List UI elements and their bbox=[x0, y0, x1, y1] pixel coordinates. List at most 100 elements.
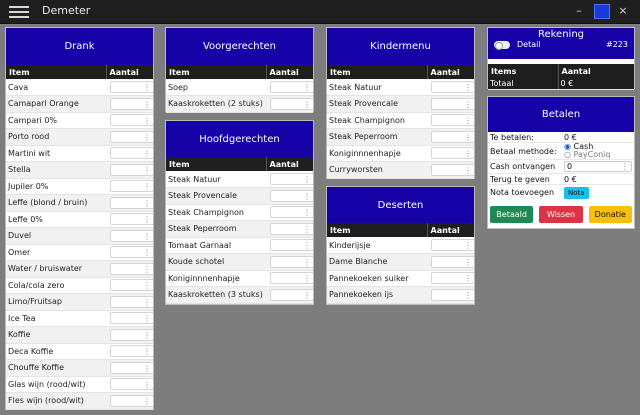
quantity-stepper[interactable] bbox=[110, 328, 153, 342]
item-name: Koffie bbox=[6, 326, 106, 344]
table-row: Glas wijn (rood/wit) bbox=[6, 376, 153, 393]
amount-cell bbox=[106, 145, 153, 162]
payconiq-radio[interactable]: ○ PayConiq bbox=[564, 151, 610, 159]
amount-cell bbox=[427, 145, 474, 162]
table-row: Leffe 0% bbox=[6, 211, 153, 228]
quantity-stepper[interactable] bbox=[270, 189, 313, 203]
amount-cell bbox=[427, 112, 474, 129]
col-amount: Aantal bbox=[265, 65, 313, 79]
quantity-stepper[interactable] bbox=[110, 378, 153, 391]
detail-toggle[interactable] bbox=[494, 40, 510, 50]
amount-cell bbox=[266, 270, 313, 287]
quantity-stepper[interactable] bbox=[431, 147, 474, 160]
quantity-stepper[interactable] bbox=[431, 163, 474, 177]
quantity-stepper[interactable] bbox=[270, 206, 313, 219]
item-name: Martini wit bbox=[6, 145, 106, 162]
hamburger-icon[interactable] bbox=[9, 4, 29, 19]
col-amount: Aantal bbox=[426, 223, 474, 237]
quantity-stepper[interactable] bbox=[270, 255, 313, 269]
item-name: Kaaskroketten (2 stuks) bbox=[166, 95, 266, 113]
action-buttons: Betaald Wissen Donatie bbox=[488, 200, 634, 223]
item-name: Stella bbox=[6, 161, 106, 179]
table-row: Leffe (blond / bruin) bbox=[6, 194, 153, 212]
paid-button[interactable]: Betaald bbox=[490, 206, 534, 223]
item-name: Water / bruiswater bbox=[6, 260, 106, 278]
quantity-stepper[interactable] bbox=[110, 246, 153, 259]
amount-cell bbox=[106, 310, 153, 327]
quantity-stepper[interactable] bbox=[270, 288, 313, 302]
quantity-stepper[interactable] bbox=[110, 130, 153, 144]
amount-cell bbox=[266, 187, 313, 205]
quantity-stepper[interactable] bbox=[431, 239, 474, 252]
item-name: Porto rood bbox=[6, 128, 106, 146]
quantity-stepper[interactable] bbox=[270, 239, 313, 252]
to-pay-row: Te betalen: 0 € bbox=[488, 132, 634, 143]
received-value: 0 bbox=[567, 162, 573, 171]
table-row: Koniginnnenhapje bbox=[166, 270, 313, 287]
quantity-stepper[interactable] bbox=[110, 361, 153, 375]
item-name: Pannekoeken suiker bbox=[327, 270, 427, 287]
table-row: Deca Koffie bbox=[6, 343, 153, 360]
table-row: Tomaat Garnaal bbox=[166, 237, 313, 254]
item-name: Jupiler 0% bbox=[6, 178, 106, 195]
item-name: Steak Champignon bbox=[327, 112, 427, 129]
maximize-button[interactable] bbox=[594, 4, 610, 19]
quantity-stepper[interactable] bbox=[431, 114, 474, 127]
table-row: Porto rood bbox=[6, 128, 153, 146]
table-row: Curryworsten bbox=[327, 161, 474, 179]
amount-cell bbox=[106, 260, 153, 278]
donation-button[interactable]: Donatie bbox=[588, 206, 632, 223]
received-input[interactable]: 0 ⋮ bbox=[564, 161, 632, 172]
quantity-stepper[interactable] bbox=[110, 394, 153, 408]
quantity-stepper[interactable] bbox=[431, 288, 474, 302]
item-name: Steak Natuur bbox=[166, 171, 266, 188]
note-button[interactable]: Nota bbox=[564, 186, 589, 199]
note-label: Nota toevoegen bbox=[490, 188, 555, 197]
quantity-stepper[interactable] bbox=[110, 81, 153, 94]
item-name: Kinderijsje bbox=[327, 237, 427, 254]
table-row: Steak Natuur bbox=[327, 79, 474, 96]
table-row: Water / bruiswater bbox=[6, 260, 153, 278]
quantity-stepper[interactable] bbox=[270, 81, 313, 94]
drank-table: ItemAantalCavaCamapari OrangeCampari 0%P… bbox=[6, 65, 153, 410]
table-row: Limo/Fruitsap bbox=[6, 293, 153, 311]
quantity-stepper[interactable] bbox=[110, 262, 153, 276]
voorgerechten-panel: Voorgerechten ItemAantalSoepKaaskrokette… bbox=[165, 27, 314, 113]
quantity-stepper[interactable] bbox=[431, 81, 474, 94]
quantity-stepper[interactable] bbox=[431, 272, 474, 285]
minimize-button[interactable]: – bbox=[571, 4, 587, 19]
table-row: Cava bbox=[6, 79, 153, 96]
quantity-stepper[interactable] bbox=[110, 114, 153, 127]
deserten-title: Deserten bbox=[327, 187, 474, 223]
radio-unchecked-icon: ○ bbox=[564, 150, 571, 159]
table-row: Jupiler 0% bbox=[6, 178, 153, 195]
close-button[interactable]: × bbox=[615, 4, 631, 19]
quantity-stepper[interactable] bbox=[110, 295, 153, 309]
quantity-stepper[interactable] bbox=[110, 279, 153, 292]
quantity-stepper[interactable] bbox=[431, 97, 474, 111]
quantity-stepper[interactable] bbox=[110, 196, 153, 210]
table-row: Koude schotel bbox=[166, 253, 313, 271]
table-row: Campari 0% bbox=[6, 112, 153, 129]
quantity-stepper[interactable] bbox=[270, 222, 313, 236]
table-row: Kaaskroketten (3 stuks) bbox=[166, 286, 313, 304]
quantity-stepper[interactable] bbox=[270, 272, 313, 285]
amount-cell bbox=[106, 95, 153, 113]
quantity-stepper[interactable] bbox=[110, 163, 153, 177]
quantity-stepper[interactable] bbox=[110, 229, 153, 243]
rekening-panel: Rekening Detail #223 Items Aantal Totaal 0… bbox=[487, 27, 635, 90]
amount-cell bbox=[106, 392, 153, 410]
quantity-stepper[interactable] bbox=[110, 312, 153, 325]
quantity-stepper[interactable] bbox=[110, 213, 153, 226]
quantity-stepper[interactable] bbox=[110, 147, 153, 160]
clear-button[interactable]: Wissen bbox=[539, 206, 583, 223]
quantity-stepper[interactable] bbox=[431, 255, 474, 269]
quantity-stepper[interactable] bbox=[270, 173, 313, 186]
quantity-stepper[interactable] bbox=[110, 180, 153, 193]
quantity-stepper[interactable] bbox=[270, 97, 313, 111]
app-title: Demeter bbox=[42, 4, 91, 17]
quantity-stepper[interactable] bbox=[110, 345, 153, 358]
rekening-detail-row: Detail #223 bbox=[488, 40, 634, 50]
quantity-stepper[interactable] bbox=[431, 130, 474, 144]
quantity-stepper[interactable] bbox=[110, 97, 153, 111]
